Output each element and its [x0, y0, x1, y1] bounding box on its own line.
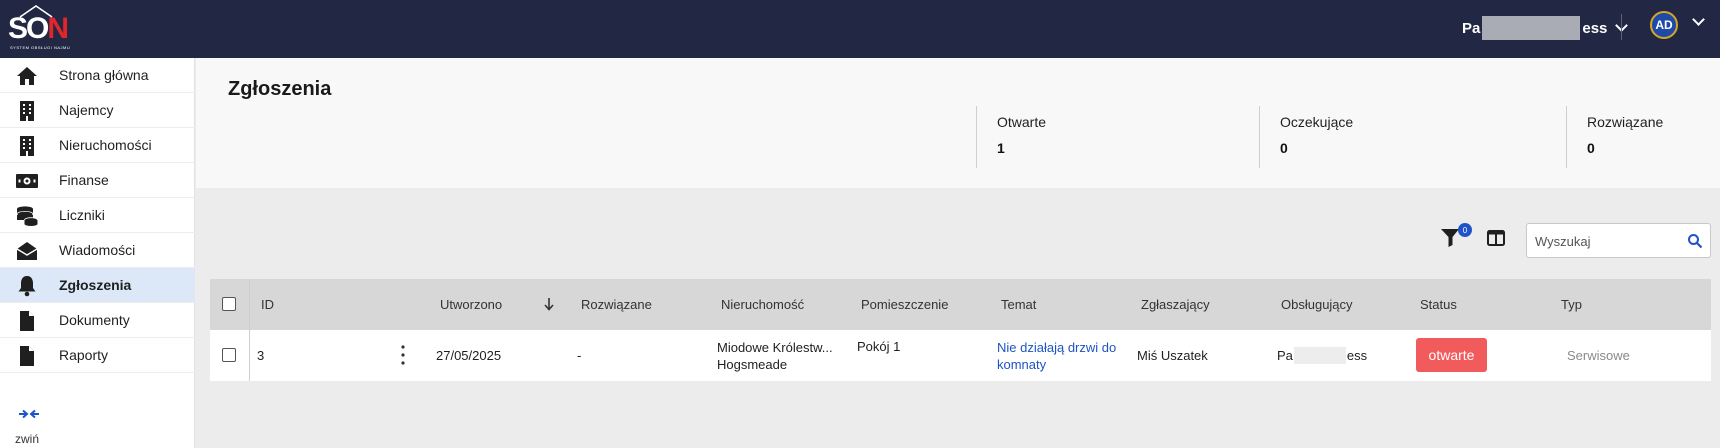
sidebar-item-label: Strona główna	[59, 67, 149, 83]
sidebar-item-zgloszenia[interactable]: Zgłoszenia	[0, 268, 195, 303]
stat-label: Oczekujące	[1280, 114, 1354, 130]
logo-tagline: SYSTEM OBSŁUGI NAJMU	[10, 45, 71, 50]
search-box	[1526, 223, 1711, 258]
select-all-checkbox[interactable]	[222, 297, 236, 311]
row-checkbox[interactable]	[222, 348, 236, 362]
sidebar-item-dokumenty[interactable]: Dokumenty	[0, 303, 195, 338]
stat-pending: Oczekujące 0	[1259, 106, 1566, 168]
stat-label: Otwarte	[997, 114, 1047, 130]
topbar-divider	[1621, 14, 1622, 40]
user-menu-chevron-down-icon[interactable]	[1692, 13, 1705, 26]
cell-subject-link[interactable]: Nie działają drzwi do komnaty	[997, 330, 1116, 381]
property-name: Miodowe Królestw...	[717, 339, 833, 355]
sidebar-item-nieruchomosci[interactable]: Nieruchomości	[0, 128, 195, 163]
column-header-type[interactable]: Typ	[1561, 279, 1582, 330]
top-bar: SON SYSTEM OBSŁUGI NAJMU Pa ess AD	[0, 0, 1720, 58]
table-header: ID Utworzono Rozwiązane Nieruchomość Pom…	[210, 279, 1711, 330]
collapse-arrows-icon[interactable]	[18, 408, 40, 420]
sidebar-item-label: Dokumenty	[59, 312, 130, 328]
column-header-property[interactable]: Nieruchomość	[721, 279, 804, 330]
building-icon	[16, 135, 38, 157]
page-header: Zgłoszenia Otwarte 1 Oczekujące 0 Rozwią…	[196, 58, 1720, 188]
search-icon[interactable]	[1687, 233, 1703, 249]
sidebar-item-liczniki[interactable]: Liczniki	[0, 198, 195, 233]
sidebar-item-raporty[interactable]: Raporty	[0, 338, 195, 373]
money-icon	[16, 170, 38, 192]
sidebar-item-label: Najemcy	[59, 102, 114, 118]
status-badge[interactable]: otwarte	[1416, 338, 1487, 372]
cell-id: 3	[257, 348, 265, 363]
row-actions-kebab-icon[interactable]	[400, 344, 406, 366]
column-header-id[interactable]: ID	[261, 279, 274, 330]
sidebar-item-label: Raporty	[59, 347, 109, 363]
stat-value: 1	[997, 140, 1005, 156]
cell-handler: Pa ess	[1277, 330, 1367, 381]
search-input[interactable]	[1535, 232, 1675, 250]
page-title: Zgłoszenia	[228, 78, 332, 100]
column-header-status[interactable]: Status	[1420, 279, 1457, 330]
column-header-room[interactable]: Pomieszczenie	[861, 279, 948, 330]
document-icon	[16, 310, 38, 332]
logo-letters: SON	[8, 12, 69, 45]
column-separator	[249, 330, 250, 381]
cell-reporter: Miś Uszatek	[1137, 348, 1208, 363]
stat-open: Otwarte 1	[976, 106, 1260, 168]
tickets-table: ID Utworzono Rozwiązane Nieruchomość Pom…	[210, 279, 1711, 381]
company-name-redacted	[1482, 16, 1581, 40]
cell-property: Miodowe Królestw... Hogsmeade	[717, 330, 833, 381]
sidebar-item-label: Zgłoszenia	[59, 277, 132, 293]
coins-icon	[16, 205, 38, 227]
sidebar-item-label: Liczniki	[59, 207, 105, 223]
sidebar-item-najemcy[interactable]: Najemcy	[0, 93, 195, 128]
cell-type: Serwisowe	[1567, 348, 1630, 363]
sidebar-item-label: Wiadomości	[59, 242, 136, 258]
cell-room: Pokój 1	[857, 339, 901, 354]
envelope-icon	[16, 240, 38, 262]
property-location: Hogsmeade	[717, 356, 788, 372]
column-separator	[249, 279, 250, 330]
column-header-resolved[interactable]: Rozwiązane	[581, 279, 652, 330]
handler-name-prefix: Pa	[1277, 348, 1293, 363]
stat-value: 0	[1587, 140, 1595, 156]
stat-value: 0	[1280, 140, 1288, 156]
user-avatar[interactable]: AD	[1650, 11, 1678, 39]
collapse-sidebar-label[interactable]: zwiń	[15, 432, 39, 446]
document-icon	[16, 345, 38, 367]
sidebar-item-label: Finanse	[59, 172, 109, 188]
stat-resolved: Rozwiązane 0	[1566, 106, 1720, 168]
filter-count-badge: 0	[1458, 223, 1472, 237]
column-header-subject[interactable]: Temat	[1001, 279, 1036, 330]
building-icon	[16, 100, 38, 122]
column-header-handler[interactable]: Obsługujący	[1281, 279, 1353, 330]
handler-name-redacted	[1293, 347, 1346, 364]
sort-down-arrow-icon[interactable]	[543, 296, 555, 312]
subject-line: Nie działają drzwi do	[997, 339, 1117, 355]
company-name-suffix: ess	[1582, 19, 1608, 37]
bell-icon	[16, 275, 38, 297]
column-header-created[interactable]: Utworzono	[440, 279, 502, 330]
company-name-prefix: Pa	[1462, 19, 1481, 37]
company-selector[interactable]: Pa ess	[1462, 16, 1629, 40]
sidebar-item-label: Nieruchomości	[59, 137, 152, 153]
cell-created: 27/05/2025	[436, 348, 502, 363]
cell-resolved: -	[577, 348, 582, 363]
handler-name-suffix: ess	[1346, 348, 1368, 363]
table-row[interactable]: 3 27/05/2025 - Miodowe Królestw... Hogsm…	[210, 330, 1711, 381]
sidebar-item-strona-glowna[interactable]: Strona główna	[0, 58, 195, 93]
subject-line: komnaty	[997, 356, 1047, 372]
stat-label: Rozwiązane	[1587, 114, 1664, 130]
app-logo[interactable]: SON SYSTEM OBSŁUGI NAJMU	[8, 4, 70, 50]
column-header-reporter[interactable]: Zgłaszający	[1141, 279, 1210, 330]
sidebar-item-finanse[interactable]: Finanse	[0, 163, 195, 198]
sidebar: Strona główna Najemcy Nieruchomości Fina…	[0, 58, 195, 448]
columns-toggle-icon[interactable]	[1487, 229, 1505, 247]
home-icon	[16, 65, 38, 87]
sidebar-item-wiadomosci[interactable]: Wiadomości	[0, 233, 195, 268]
